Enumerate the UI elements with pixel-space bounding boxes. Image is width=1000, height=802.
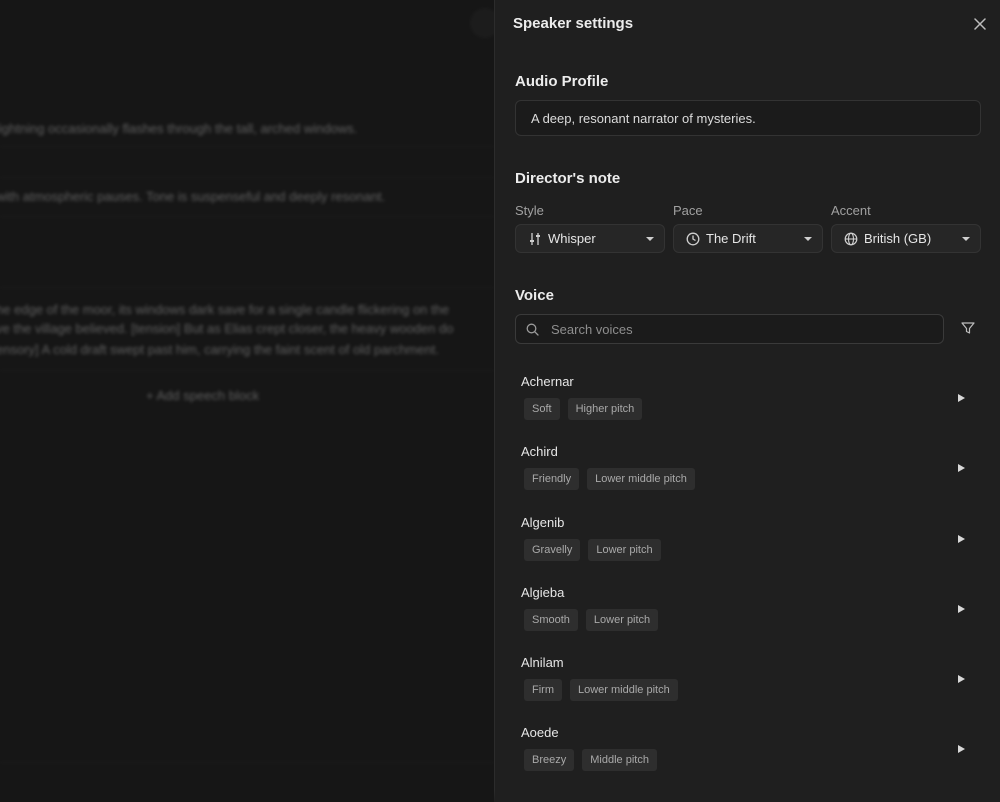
pace-label: Pace — [673, 203, 703, 218]
voice-item-achernar[interactable]: Achernar Soft Higher pitch — [515, 364, 981, 434]
voice-name: Achernar — [521, 374, 574, 389]
voice-tag: Middle pitch — [582, 749, 657, 772]
voice-tag: Firm — [524, 679, 562, 702]
audio-profile-value: A deep, resonant narrator of mysteries. — [531, 110, 756, 126]
editor-line: ve the village believed. [tension] But a… — [0, 321, 454, 336]
close-button[interactable] — [970, 14, 990, 34]
add-speech-block-button[interactable]: + Add speech block — [146, 388, 259, 403]
audio-profile-heading: Audio Profile — [515, 73, 609, 90]
voice-name: Achird — [521, 444, 558, 460]
editor-blur-layer: lightning occasionally flashes through t… — [0, 0, 494, 802]
editor-divider — [0, 370, 494, 371]
editor-line: he edge of the moor, its windows dark sa… — [0, 302, 450, 317]
voice-name: Aoede — [521, 725, 559, 741]
editor-line: with atmospheric pauses. Tone is suspens… — [0, 189, 386, 204]
filter-button[interactable] — [960, 320, 976, 336]
chevron-down-icon — [962, 236, 970, 241]
chevron-down-icon — [804, 236, 812, 241]
voice-tag: Breezy — [524, 749, 575, 772]
chevron-down-icon — [646, 236, 654, 241]
voice-tag: Higher pitch — [567, 398, 643, 420]
voice-item-achird[interactable]: Achird Friendly Lower middle pitch — [515, 434, 981, 504]
editor-divider — [0, 146, 494, 147]
voice-item-algieba[interactable]: Algieba Smooth Lower pitch — [515, 575, 981, 645]
pace-value: The Drift — [706, 231, 756, 246]
voice-name: Alnilam — [521, 655, 564, 671]
play-icon[interactable] — [958, 464, 965, 473]
voice-name: Algenib — [521, 514, 565, 530]
play-icon[interactable] — [958, 534, 965, 543]
editor-line: lightning occasionally flashes through t… — [0, 121, 358, 136]
clock-icon — [686, 232, 700, 246]
speaker-settings-panel: Speaker settings Audio Profile A deep, r… — [494, 0, 1000, 802]
style-label: Style — [515, 203, 544, 218]
voice-tag: Lower middle pitch — [570, 679, 678, 702]
voice-tag: Friendly — [524, 468, 580, 491]
filter-icon — [961, 322, 975, 334]
voice-tag: Lower pitch — [588, 538, 661, 561]
editor-divider — [0, 177, 494, 178]
accent-value: British (GB) — [864, 231, 932, 246]
editor-line: ensory] A cold draft swept past him, car… — [0, 342, 439, 357]
style-dropdown[interactable]: Whisper — [515, 224, 665, 253]
voice-tag: Gravelly — [524, 538, 581, 561]
voice-tag: Lower pitch — [585, 608, 659, 631]
panel-bottom-fade — [494, 790, 1000, 802]
editor-divider — [0, 762, 494, 763]
voice-item-alnilam[interactable]: Alnilam Firm Lower middle pitch — [515, 645, 981, 715]
close-icon — [974, 18, 986, 30]
sliders-icon — [528, 232, 542, 246]
pace-dropdown[interactable]: The Drift — [673, 224, 823, 253]
play-icon[interactable] — [958, 675, 965, 684]
voice-item-algenib[interactable]: Algenib Gravelly Lower pitch — [515, 505, 981, 575]
editor-divider — [0, 287, 494, 288]
voice-search[interactable] — [515, 314, 944, 344]
panel-title: Speaker settings — [513, 15, 634, 32]
voice-tag: Smooth — [524, 608, 578, 631]
play-icon[interactable] — [958, 745, 965, 754]
search-input[interactable] — [551, 321, 933, 337]
play-icon[interactable] — [958, 394, 965, 402]
editor-divider — [0, 216, 494, 217]
voice-tag: Lower middle pitch — [587, 468, 695, 491]
search-icon — [526, 323, 539, 336]
voice-list: Achernar Soft Higher pitch Achird Friend… — [515, 364, 981, 786]
editor-top-control — [470, 8, 494, 38]
accent-label: Accent — [831, 203, 871, 218]
audio-profile-field[interactable]: A deep, resonant narrator of mysteries. — [515, 100, 981, 136]
voice-name: Algieba — [521, 584, 565, 600]
globe-icon — [844, 232, 858, 246]
directors-note-heading: Director's note — [515, 170, 621, 187]
play-icon[interactable] — [958, 604, 965, 613]
accent-dropdown[interactable]: British (GB) — [831, 224, 981, 253]
voice-heading: Voice — [515, 287, 554, 304]
style-value: Whisper — [548, 231, 596, 246]
voice-tag: Soft — [524, 398, 560, 420]
script-editor: lightning occasionally flashes through t… — [0, 0, 494, 802]
voice-item-aoede[interactable]: Aoede Breezy Middle pitch — [515, 715, 981, 785]
